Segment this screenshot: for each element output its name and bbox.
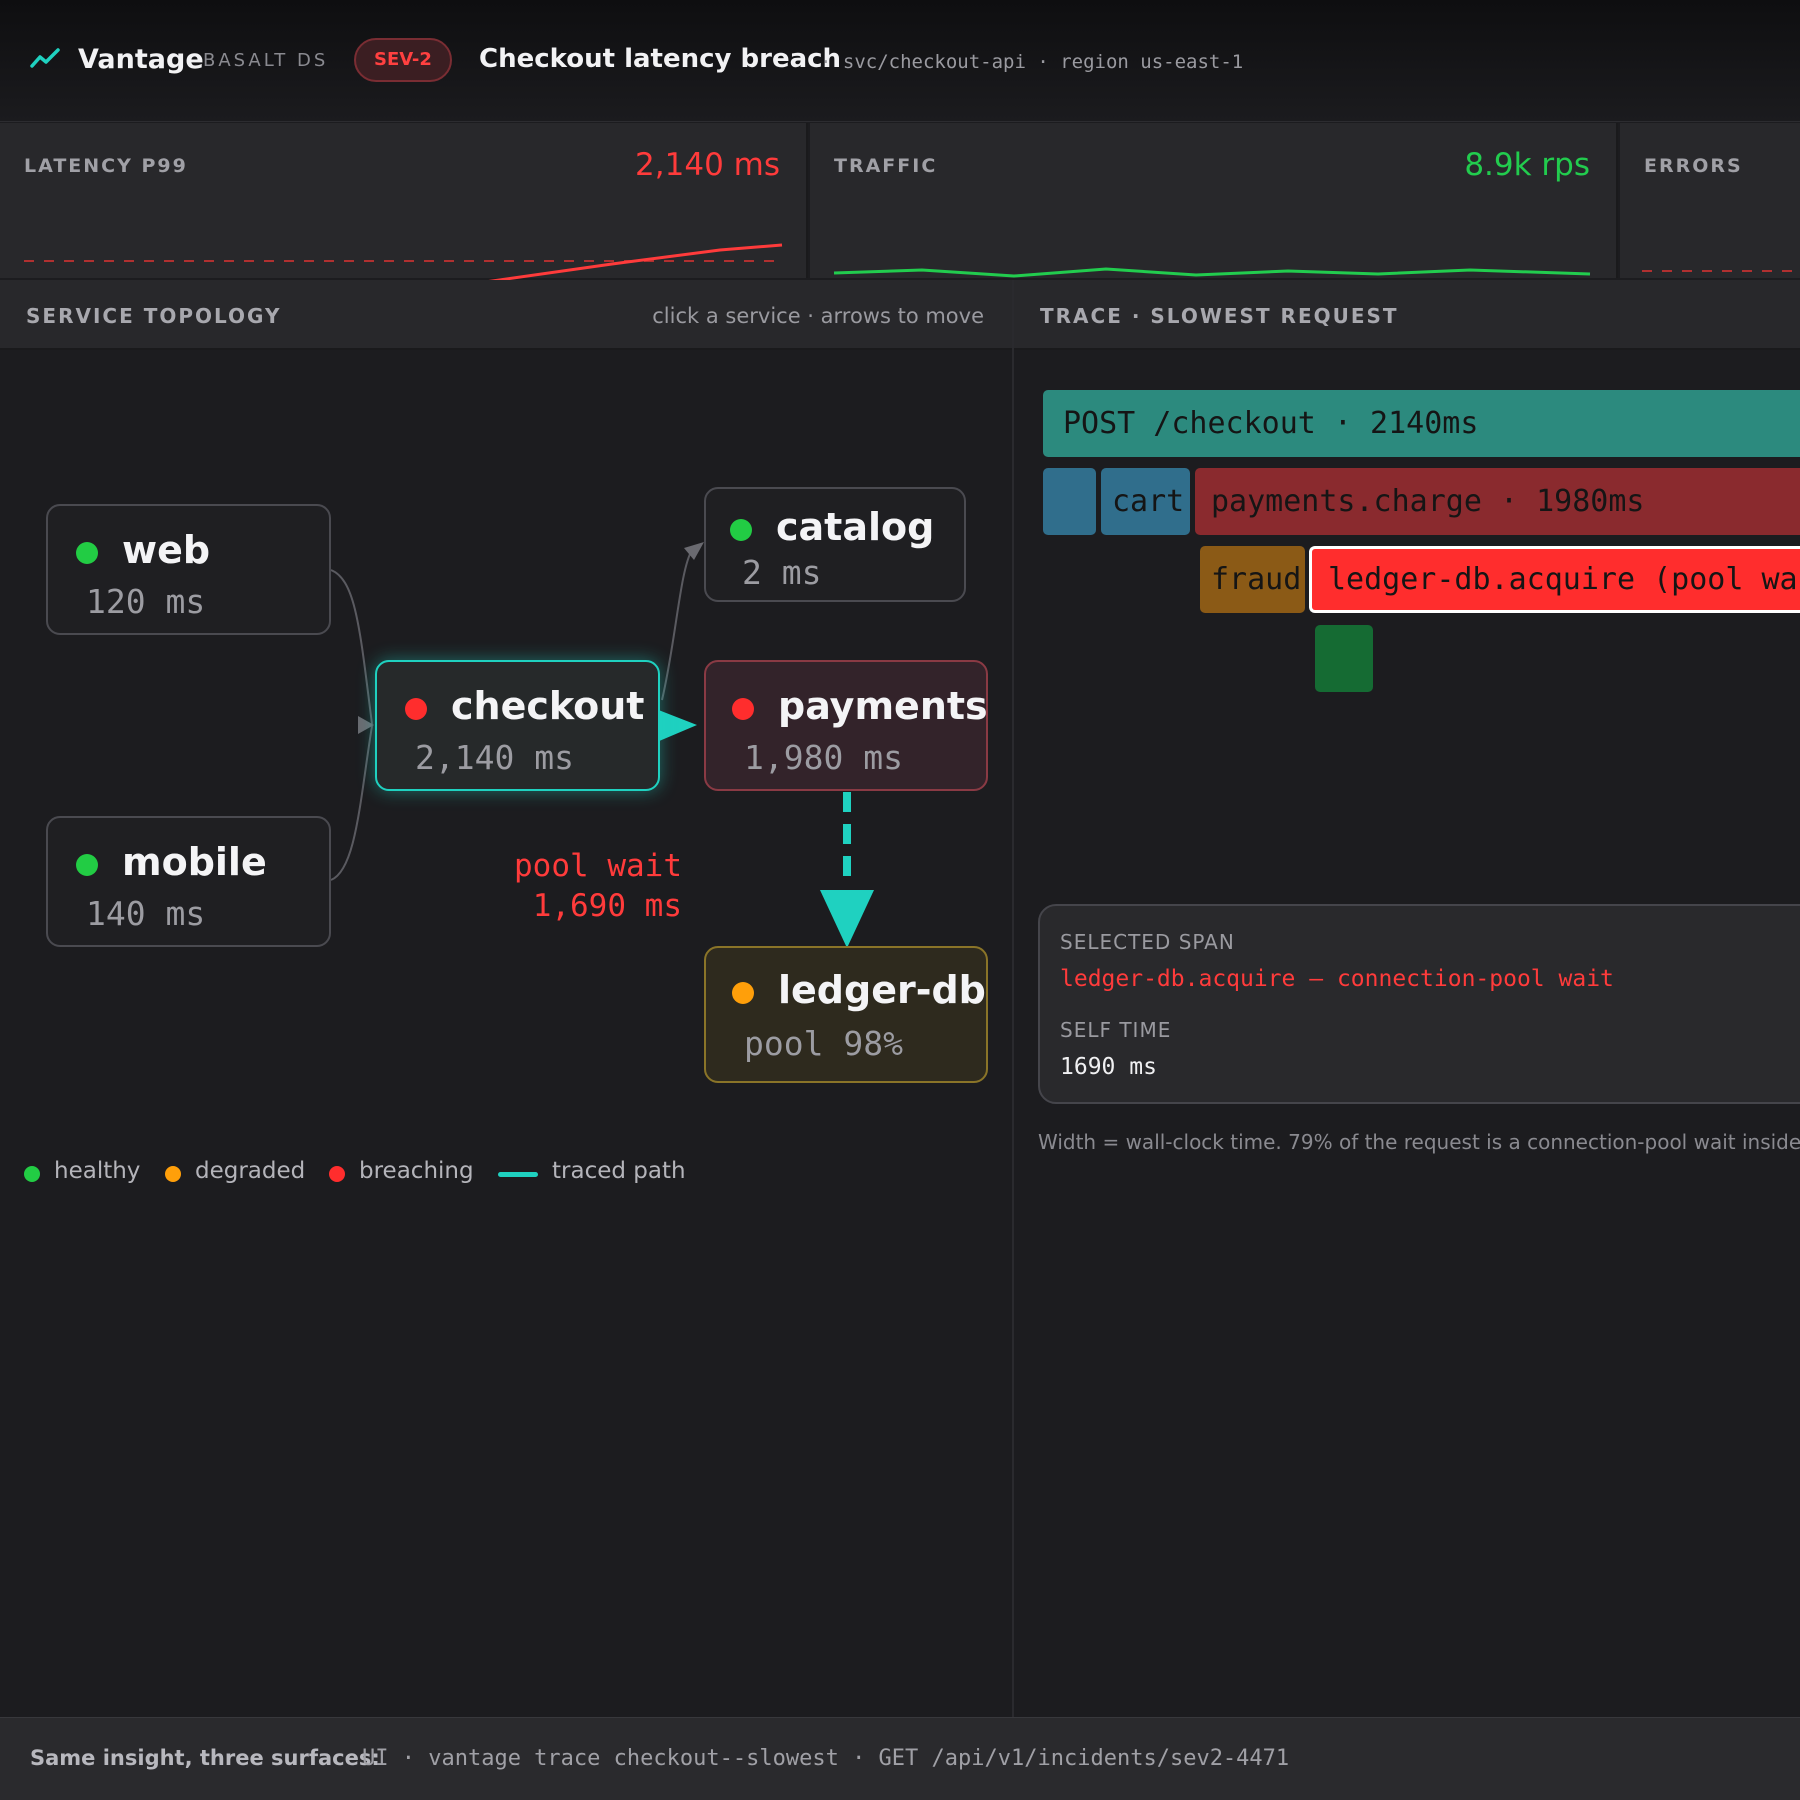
- node-payments[interactable]: payments 1,980 ms: [704, 660, 988, 791]
- selected-span-value: ledger-db.acquire — connection-pool wait: [1060, 966, 1614, 992]
- status-dot: [732, 698, 754, 720]
- trace-panel-header: TRACE · SLOWEST REQUEST: [1014, 280, 1800, 350]
- footer-label: Same insight, three surfaces:: [30, 1746, 380, 1770]
- pool-wait-value: 1,690 ms: [532, 888, 682, 924]
- node-value: 2 ms: [742, 553, 822, 592]
- traced-arrowhead: [820, 890, 874, 948]
- span-small[interactable]: [1315, 625, 1373, 692]
- node-name: catalog: [776, 505, 935, 549]
- legend-dot: [24, 1166, 40, 1182]
- node-name: mobile: [122, 840, 267, 884]
- node-value: 140 ms: [86, 894, 206, 933]
- node-value: 120 ms: [86, 582, 206, 621]
- trace-title: TRACE · SLOWEST REQUEST: [1040, 304, 1399, 328]
- node-name: web: [122, 528, 211, 572]
- trace-note: Width = wall-clock time. 79% of the requ…: [1038, 1130, 1800, 1154]
- node-mobile[interactable]: mobile 140 ms: [46, 816, 331, 947]
- node-value: 1,980 ms: [744, 738, 903, 777]
- node-checkout[interactable]: checkout 2,140 ms: [375, 660, 660, 791]
- panel-divider: [1012, 280, 1014, 1717]
- metric-value: 8.9k rps: [1464, 147, 1590, 183]
- legend-healthy: healthy: [24, 1158, 140, 1184]
- status-dot: [405, 698, 427, 720]
- span-payments-charge[interactable]: payments.charge · 1980ms: [1195, 468, 1800, 535]
- span-cart[interactable]: cart: [1101, 468, 1190, 535]
- status-dot: [732, 982, 754, 1004]
- node-name: checkout: [451, 684, 645, 728]
- legend-breaching: breaching: [329, 1158, 474, 1184]
- node-web[interactable]: web 120 ms: [46, 504, 331, 635]
- node-name: payments: [778, 684, 988, 728]
- metric-errors[interactable]: ERRORS: [1620, 123, 1800, 278]
- node-value: pool 98%: [744, 1024, 903, 1063]
- legend-traced-path: traced path: [498, 1158, 686, 1184]
- legend-dot: [165, 1166, 181, 1182]
- trace-note-text: Width = wall-clock time. 79% of the requ…: [1038, 1130, 1800, 1154]
- status-dot: [730, 519, 752, 541]
- span-fraud[interactable]: fraud: [1200, 546, 1305, 613]
- selected-span-label: SELECTED SPAN: [1060, 930, 1235, 954]
- span-root[interactable]: POST /checkout · 2140ms: [1043, 390, 1800, 457]
- selected-span-card: SELECTED SPAN ledger-db.acquire — connec…: [1038, 904, 1800, 1104]
- status-dot: [76, 542, 98, 564]
- span-small[interactable]: [1043, 468, 1096, 535]
- node-ledger-db[interactable]: ledger-db pool 98%: [704, 946, 988, 1083]
- metric-label: ERRORS: [1644, 155, 1743, 177]
- legend-degraded: degraded: [165, 1158, 305, 1184]
- node-catalog[interactable]: catalog 2 ms: [704, 487, 966, 602]
- self-time-value: 1690 ms: [1060, 1054, 1157, 1080]
- errors-sparkline: [1642, 270, 1800, 272]
- self-time-label: SELF TIME: [1060, 1018, 1172, 1042]
- footer-bar: Same insight, three surfaces: UI · vanta…: [0, 1717, 1800, 1800]
- pool-wait-label: pool wait: [514, 848, 682, 884]
- edge-arrowhead: [684, 542, 704, 560]
- legend-line: [498, 1172, 538, 1177]
- status-dot: [76, 854, 98, 876]
- node-value: 2,140 ms: [415, 738, 574, 777]
- legend-dot: [329, 1166, 345, 1182]
- node-name: ledger-db: [778, 968, 986, 1012]
- span-ledger-db-acquire[interactable]: ledger-db.acquire (pool wait: [1309, 546, 1800, 613]
- footer-surfaces: UI · vantage trace checkout--slowest · G…: [362, 1746, 1290, 1771]
